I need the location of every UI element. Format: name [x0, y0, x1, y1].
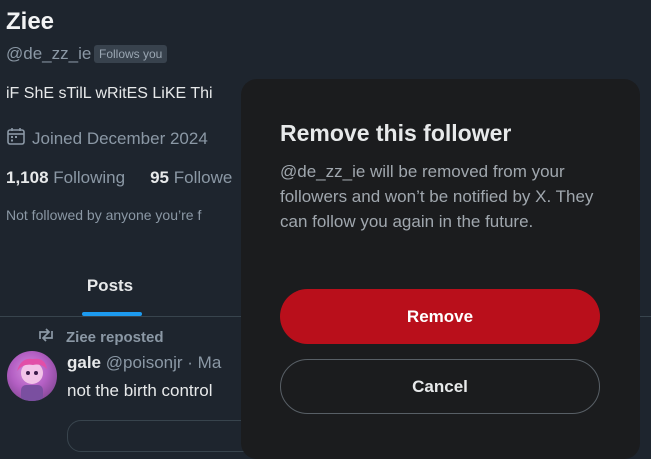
profile-handle: @de_zz_ie	[6, 44, 92, 63]
followers-label: Followe	[173, 168, 233, 187]
post-author-meta[interactable]: @poisonjr · Ma	[106, 353, 222, 372]
repost-label[interactable]: Ziee reposted	[66, 329, 164, 346]
profile-stats: 1,108 Following 95 Followe	[6, 168, 232, 188]
profile-bio: iF ShE sTilL wRitES LiKE Thi	[6, 85, 213, 102]
remove-follower-dialog: Remove this follower @de_zz_ie will be r…	[241, 79, 640, 459]
followers-stat[interactable]: 95 Followe	[150, 168, 232, 188]
following-count: 1,108	[6, 168, 49, 187]
repost-icon	[36, 327, 56, 347]
joined-date-label: Joined December 2024	[32, 128, 208, 148]
avatar[interactable]	[7, 351, 57, 401]
follows-you-badge: Follows you	[94, 45, 168, 63]
cancel-button[interactable]: Cancel	[280, 359, 600, 414]
following-label: Following	[53, 168, 126, 187]
following-stat[interactable]: 1,108 Following	[6, 168, 125, 188]
repost-indicator: Ziee reposted	[36, 327, 164, 347]
dialog-title: Remove this follower	[280, 120, 512, 146]
remove-button[interactable]: Remove	[280, 289, 600, 344]
followers-count: 95	[150, 168, 170, 187]
post-header: gale @poisonjr · Ma	[67, 353, 221, 373]
tab-posts[interactable]: Posts	[57, 256, 163, 316]
calendar-icon	[6, 126, 26, 151]
post-text: not the birth control	[67, 381, 213, 400]
joined-date: Joined December 2024	[6, 126, 208, 151]
profile-display-name: Ziee	[6, 8, 55, 35]
post-author-name[interactable]: gale	[67, 353, 101, 372]
dialog-body: @de_zz_ie will be removed from your foll…	[280, 162, 594, 231]
not-followed-notice: Not followed by anyone you’re f	[6, 207, 202, 223]
